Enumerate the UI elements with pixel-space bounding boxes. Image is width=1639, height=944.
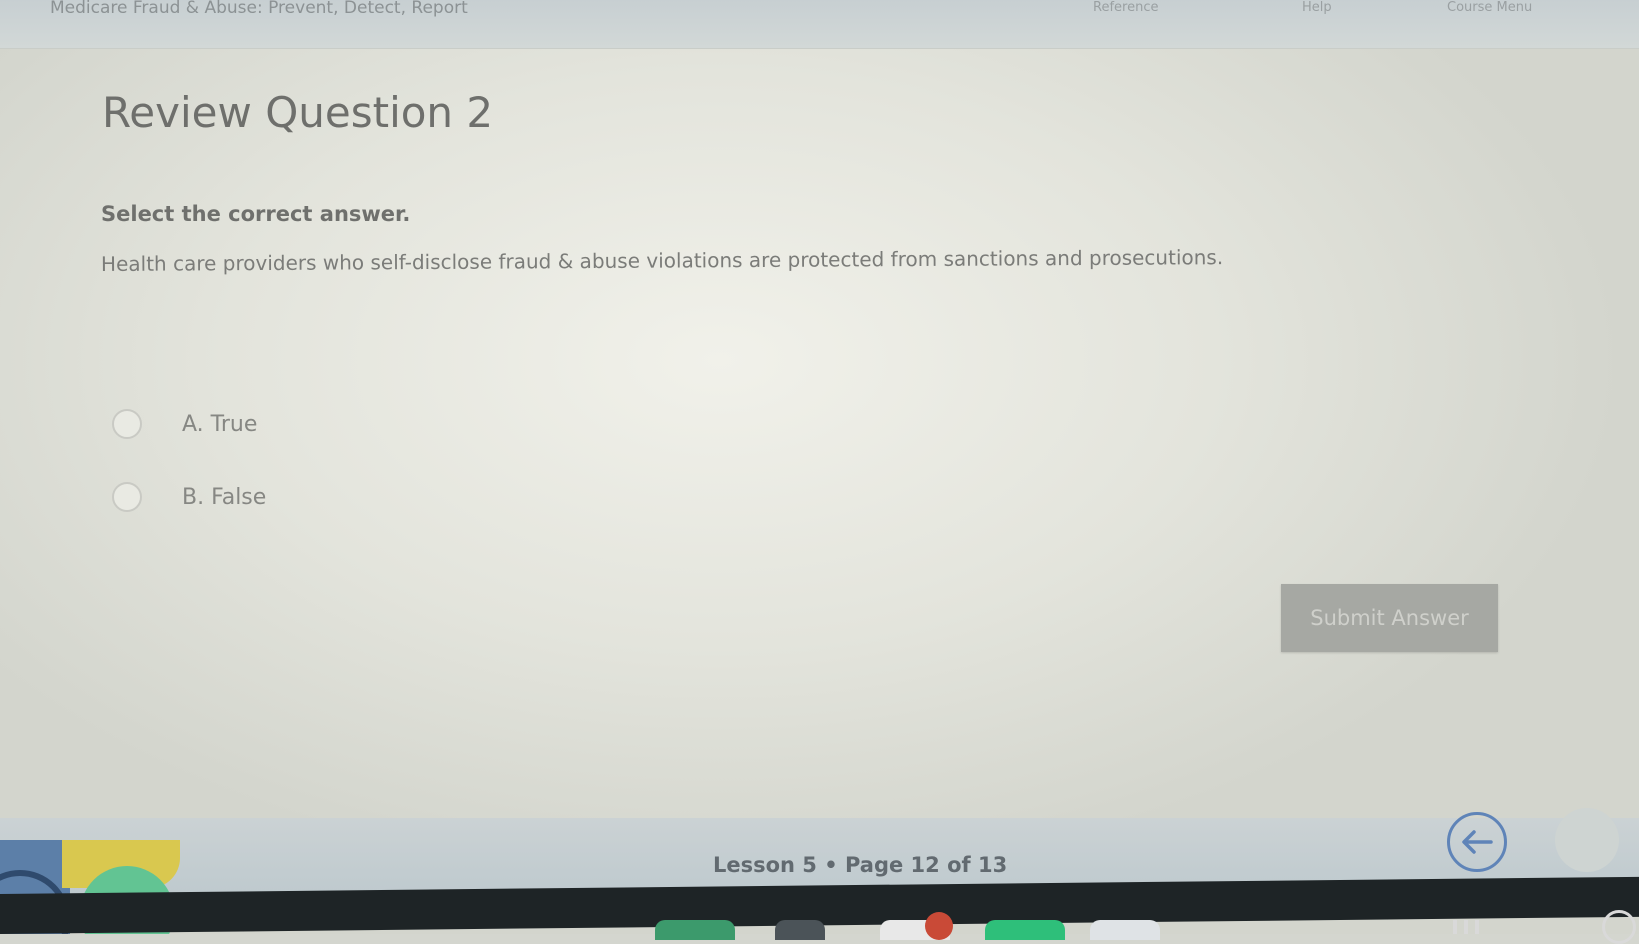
- submit-answer-button[interactable]: Submit Answer: [1281, 584, 1498, 652]
- question-title: Review Question 2: [102, 88, 494, 137]
- nav-help[interactable]: Help: [1302, 0, 1332, 15]
- back-button[interactable]: [1447, 812, 1507, 872]
- question-instruction: Select the correct answer.: [101, 202, 411, 226]
- course-title: Medicare Fraud & Abuse: Prevent, Detect,…: [50, 0, 468, 18]
- taskbar-app-icon[interactable]: [1090, 920, 1160, 940]
- notification-badge-icon: [925, 912, 953, 940]
- answer-option-label: B. False: [182, 484, 267, 510]
- lesson-page-indicator: Lesson 5 • Page 12 of 13: [713, 853, 1008, 877]
- nav-course-menu[interactable]: Course Menu: [1447, 0, 1532, 15]
- taskbar-app-icon[interactable]: [985, 920, 1065, 940]
- answer-option-a[interactable]: A. True: [112, 409, 257, 439]
- question-prompt: Health care providers who self-disclose …: [100, 245, 1224, 276]
- answer-option-b[interactable]: B. False: [112, 482, 266, 512]
- radio-button[interactable]: [112, 482, 142, 512]
- course-screen: Medicare Fraud & Abuse: Prevent, Detect,…: [0, 0, 1639, 944]
- taskbar-app-icon[interactable]: [655, 920, 735, 940]
- nav-reference[interactable]: Reference: [1093, 0, 1158, 15]
- answer-option-label: A. True: [182, 411, 258, 437]
- recent-apps-icon[interactable]: [1453, 920, 1479, 934]
- taskbar-app-icon[interactable]: [775, 920, 825, 940]
- forward-button[interactable]: [1555, 808, 1619, 872]
- home-icon[interactable]: [1602, 910, 1636, 944]
- arrow-left-icon: [1462, 830, 1493, 854]
- top-bar: Medicare Fraud & Abuse: Prevent, Detect,…: [0, 0, 1639, 49]
- radio-button[interactable]: [112, 409, 142, 439]
